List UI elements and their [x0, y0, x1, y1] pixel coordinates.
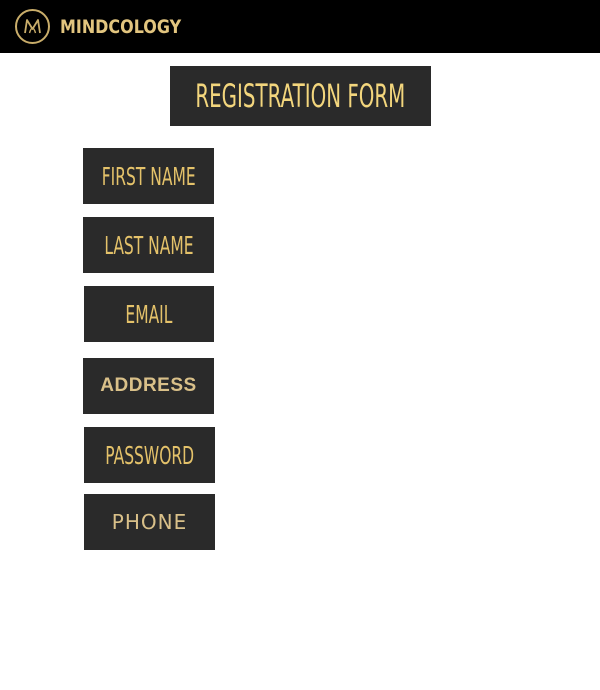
- address-button[interactable]: ADDRESS: [83, 358, 214, 414]
- phone-button[interactable]: PHONE: [84, 494, 215, 550]
- email-button[interactable]: EMAIL: [84, 286, 214, 342]
- m-monogram-glyph: [24, 19, 41, 34]
- last-name-label: LAST NAME: [103, 230, 194, 260]
- first-name-label: FIRST NAME: [101, 161, 196, 191]
- brand-name[interactable]: MINDCOLOGY: [60, 14, 181, 40]
- last-name-button[interactable]: LAST NAME: [83, 217, 214, 273]
- form-title-box: REGISTRATION FORM: [170, 66, 431, 126]
- address-label: ADDRESS: [100, 375, 197, 396]
- top-header: MINDCOLOGY: [0, 0, 600, 53]
- email-label: EMAIL: [125, 299, 173, 329]
- m-monogram-circle-icon[interactable]: [15, 9, 50, 44]
- first-name-button[interactable]: FIRST NAME: [83, 148, 214, 204]
- form-title: REGISTRATION FORM: [195, 77, 406, 115]
- password-label: PASSWORD: [105, 440, 194, 470]
- phone-label: PHONE: [111, 510, 188, 534]
- password-button[interactable]: PASSWORD: [84, 427, 215, 483]
